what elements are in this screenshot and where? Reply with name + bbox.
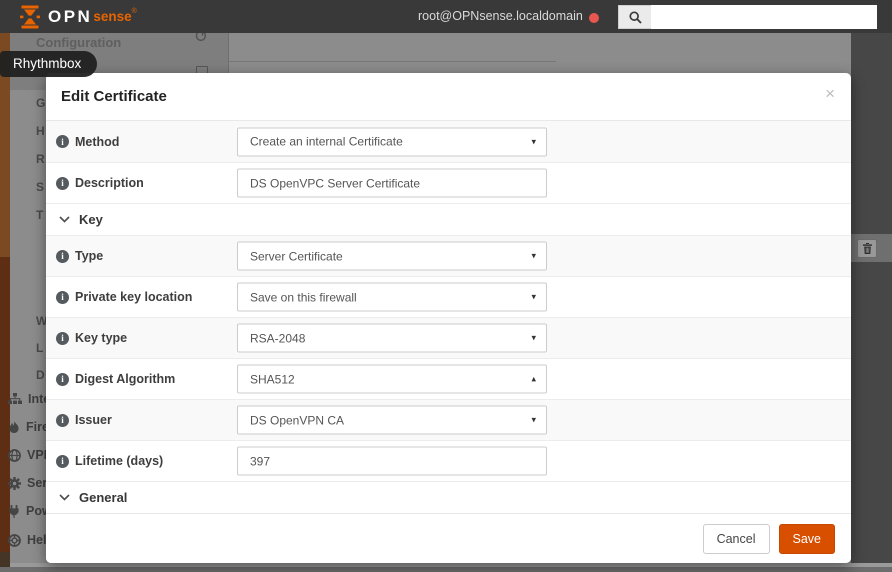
registered-mark: ® — [131, 8, 137, 15]
cancel-button[interactable]: Cancel — [702, 523, 770, 554]
dialog-header: Edit Certificate × — [46, 73, 851, 121]
global-search — [618, 5, 877, 29]
sidebar-item-fragment: L — [36, 341, 44, 355]
field-label: Issuer — [75, 413, 112, 427]
search-input[interactable] — [651, 5, 877, 29]
life-ring-icon — [8, 533, 21, 547]
type-select[interactable]: Server Certificate ▾ — [237, 241, 547, 271]
trash-icon — [862, 243, 872, 254]
private-key-location-select[interactable]: Save on this firewall ▾ — [237, 282, 547, 312]
form-row-private-key-location: Private key location Save on this firewa… — [46, 276, 851, 317]
logged-in-account[interactable]: root@OPNsense.localdomain — [418, 0, 583, 33]
sidebar-item-fragment: G — [36, 96, 46, 110]
digest-algorithm-select[interactable]: SHA512 ▴ — [237, 364, 547, 394]
description-input[interactable] — [237, 168, 547, 198]
field-label: Method — [75, 134, 120, 149]
opnsense-logo[interactable]: OPN sense ® — [18, 5, 137, 29]
form-row-issuer: Issuer DS OpenVPN CA▾ — [46, 399, 851, 440]
caret-down-icon: ▾ — [531, 414, 536, 425]
sitemap-icon — [8, 393, 22, 404]
sidebar-item-fragment: T — [36, 208, 44, 222]
section-header-general[interactable]: General — [46, 481, 851, 513]
issuer-select[interactable]: DS OpenVPN CA ▾ — [237, 405, 547, 435]
field-label: Digest Algorithm — [75, 372, 176, 386]
desktop-tooltip-rhythmbox: Rhythmbox — [0, 51, 97, 77]
background-table-area — [851, 33, 892, 563]
sidebar-item-fragment: H — [36, 124, 45, 138]
lifetime-input[interactable] — [237, 446, 547, 476]
key-type-select[interactable]: RSA-2048 ▾ — [237, 323, 547, 353]
form-row-method: Method Create an internal Certificate▾ — [46, 121, 851, 162]
logo-text-opn: OPN — [48, 6, 93, 26]
sidebar-item-firewall[interactable]: Fire — [8, 420, 49, 434]
form-row-type: Type Server Certificate▾ — [46, 235, 851, 276]
field-label: Type — [75, 249, 104, 263]
sidebar-item-fragment: S — [36, 180, 45, 194]
field-label: Private key location — [75, 290, 193, 304]
method-select[interactable]: Create an internal Certificate ▾ — [237, 127, 547, 156]
form-row-key-type: Key type RSA-2048▾ — [46, 317, 851, 358]
gear-icon — [8, 476, 21, 490]
field-label: Lifetime (days) — [75, 454, 164, 468]
close-icon[interactable]: × — [825, 85, 835, 102]
chevron-down-icon — [59, 216, 70, 223]
field-label: Key type — [75, 331, 128, 345]
caret-down-icon: ▾ — [531, 250, 536, 261]
plug-icon — [9, 504, 19, 518]
breadcrumb: Configuration — [36, 35, 122, 50]
dialog-body: Method Create an internal Certificate▾ D… — [46, 121, 851, 513]
sidebar-item-help[interactable]: Hel — [8, 533, 46, 547]
delete-button[interactable] — [857, 239, 877, 258]
info-icon[interactable] — [56, 331, 69, 345]
section-header-key[interactable]: Key — [46, 203, 851, 235]
info-icon[interactable] — [56, 290, 69, 304]
info-icon[interactable] — [56, 176, 69, 190]
form-row-digest-algorithm: Digest Algorithm SHA512▴ — [46, 358, 851, 399]
sidebar-item-fragment: D — [36, 368, 45, 382]
search-icon — [628, 10, 642, 24]
caret-up-icon: ▴ — [531, 373, 536, 384]
dialog-footer: Cancel Save — [46, 513, 851, 563]
sidebar-item-interfaces[interactable]: Inte — [8, 392, 50, 406]
caret-down-icon: ▾ — [531, 332, 536, 343]
screen: Configuration ↺ G H R S T W L D Inte Fir… — [0, 0, 892, 572]
info-icon[interactable] — [56, 372, 69, 386]
fire-icon — [9, 420, 19, 433]
edit-certificate-dialog: Edit Certificate × Method Create an inte… — [46, 73, 851, 563]
page-footer-strip — [0, 567, 892, 572]
divider — [229, 61, 556, 62]
info-icon[interactable] — [56, 249, 69, 263]
form-row-description: Description — [46, 162, 851, 203]
globe-icon — [8, 448, 21, 462]
field-label: Description — [75, 176, 144, 190]
top-navbar: OPN sense ® root@OPNsense.localdomain — [0, 0, 892, 33]
caret-down-icon: ▾ — [531, 136, 536, 146]
caret-down-icon: ▾ — [531, 291, 536, 302]
save-button[interactable]: Save — [778, 523, 835, 554]
sidebar-item-label: Hel — [27, 533, 47, 547]
chevron-down-icon — [59, 494, 70, 501]
logo-text-sense: sense — [93, 9, 132, 24]
form-row-lifetime: Lifetime (days) — [46, 440, 851, 481]
info-icon[interactable] — [56, 454, 69, 468]
alert-dot-icon[interactable] — [589, 13, 599, 23]
info-icon[interactable] — [56, 135, 69, 148]
sidebar-item-fragment: R — [36, 152, 45, 166]
info-icon[interactable] — [56, 413, 69, 427]
search-addon — [618, 5, 651, 29]
dialog-title: Edit Certificate — [61, 88, 167, 105]
hourglass-logo-icon — [20, 5, 40, 28]
